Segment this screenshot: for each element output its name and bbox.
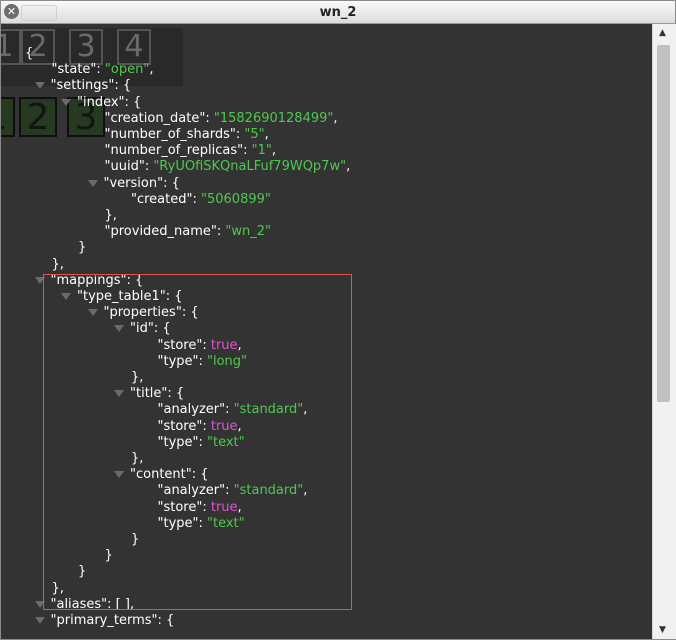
json-line: "state": "open", [52, 62, 154, 78]
arrow-up-icon[interactable]: ▲ [659, 28, 666, 38]
json-token: "number_of_shards" [104, 127, 236, 142]
ghost-tile-1: 1 [1, 97, 15, 137]
triangle-down-icon[interactable] [61, 98, 71, 106]
triangle-down-icon[interactable] [34, 82, 45, 90]
json-string: "wn_2" [225, 224, 272, 240]
json-string: "5060899" [201, 191, 271, 207]
json-token: "uuid" [104, 159, 145, 175]
json-string: "5" [244, 127, 265, 142]
json-viewer[interactable]: 1 2 3 4 1 2 3 {"state": "open","settings… [1, 24, 652, 639]
json-line: }, [105, 208, 117, 224]
json-token: } [78, 240, 87, 256]
json-token: "state" [51, 62, 97, 78]
json-token: "primary_terms" [50, 613, 158, 628]
json-line: "creation_date": "1582690128499", [105, 111, 338, 127]
json-line[interactable]: "version": { [87, 175, 180, 192]
json-token: : [96, 62, 105, 78]
json-line: }, [52, 257, 64, 273]
ghost-tab-1: 1 [1, 29, 21, 65]
ghost-tab-4: 4 [117, 29, 151, 65]
triangle-down-icon[interactable] [34, 617, 45, 624]
json-line: { [25, 46, 33, 62]
viewer-window: ✕ wn_2 1 2 3 4 1 2 3 {"state": "open","s… [0, 0, 676, 640]
json-token: "creation_date" [104, 110, 206, 126]
json-line: "uuid": "RyUOfiSKQnaLFuf79WQp7w", [105, 159, 351, 175]
json-token: , [346, 159, 351, 175]
triangle-down-icon[interactable] [87, 179, 98, 187]
json-line: "number_of_shards": "5", [105, 127, 269, 143]
vertical-scrollbar[interactable]: ▲ ▼ [652, 24, 676, 639]
json-token: "number_of_replicas" [104, 143, 244, 159]
json-token: , [149, 62, 154, 78]
json-token: : { [114, 78, 132, 94]
json-token: , [271, 143, 277, 159]
json-token: "version" [103, 175, 164, 191]
json-line[interactable]: "primary_terms": { [34, 613, 175, 629]
json-token: "index" [77, 94, 125, 110]
json-token: , [333, 110, 338, 126]
json-token: "provided_name" [104, 224, 217, 240]
window-title: wn_2 [319, 5, 357, 20]
json-string: "1" [251, 143, 272, 159]
json-line[interactable]: "index": { [61, 95, 141, 111]
json-string: "open" [104, 62, 150, 78]
json-line: "created": "5060899" [131, 192, 271, 208]
json-token: }, [104, 208, 117, 223]
ghost-tab-3: 3 [69, 29, 103, 65]
json-string: "RyUOfiSKQnaLFuf79WQp7w" [153, 159, 347, 175]
json-line: "number_of_replicas": "1", [105, 143, 277, 159]
json-token: : { [124, 94, 142, 110]
json-token: : [243, 143, 252, 159]
json-token: "settings" [50, 78, 115, 94]
json-token: : { [163, 175, 180, 191]
arrow-down-icon[interactable]: ▼ [659, 625, 666, 635]
highlight-box-mappings [43, 274, 352, 610]
json-string: "1582690128499" [213, 110, 334, 126]
json-token: : { [157, 613, 175, 628]
ghost-tile-2: 2 [19, 97, 57, 137]
title-bar: ✕ wn_2 [1, 1, 675, 24]
json-line[interactable]: "settings": { [34, 78, 132, 94]
json-token: : [192, 191, 201, 207]
json-line: "provided_name": "wn_2" [105, 224, 272, 240]
json-token: "created" [131, 191, 193, 207]
scrollbar-thumb[interactable] [657, 45, 670, 402]
json-token: : [205, 110, 214, 126]
json-line: } [78, 240, 86, 256]
json-token: { [25, 46, 34, 61]
json-token: }, [51, 256, 64, 272]
json-token: , [264, 127, 269, 142]
